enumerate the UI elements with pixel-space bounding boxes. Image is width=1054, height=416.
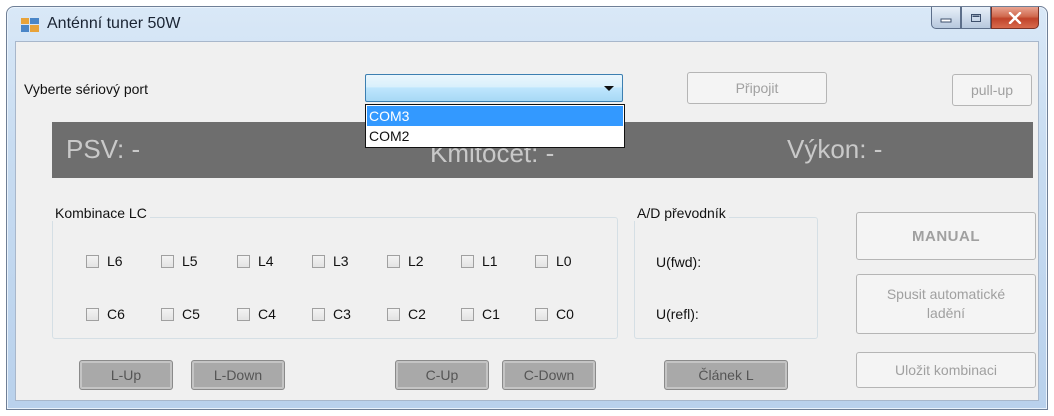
close-button[interactable]	[991, 7, 1039, 29]
checkbox-c4[interactable]: C4	[237, 305, 276, 323]
checkbox-l4[interactable]: L4	[237, 252, 274, 270]
checkbox-label: C4	[258, 306, 276, 322]
client-area: Vyberte sériový port Připojit pull-up PS…	[15, 41, 1039, 401]
power-readout: Výkon: -	[787, 134, 883, 164]
checkbox-box[interactable]	[387, 254, 400, 268]
caption-buttons	[931, 7, 1039, 29]
checkbox-box[interactable]	[161, 307, 174, 321]
save-combination-button[interactable]: Uložit kombinaci	[856, 352, 1036, 388]
c-down-button[interactable]: C-Down	[502, 360, 596, 390]
app-icon	[21, 18, 39, 32]
checkbox-label: L4	[258, 253, 274, 269]
app-window: Anténní tuner 50W Vyberte sériový port P…	[6, 6, 1048, 410]
window-title: Anténní tuner 50W	[47, 15, 181, 32]
checkbox-label: C1	[482, 306, 500, 322]
minimize-icon	[940, 18, 952, 22]
checkbox-box[interactable]	[237, 254, 250, 268]
checkbox-box[interactable]	[535, 254, 548, 268]
checkbox-label: L6	[107, 253, 123, 269]
checkbox-box[interactable]	[86, 307, 99, 321]
pullup-button[interactable]: pull-up	[952, 74, 1032, 106]
checkbox-l5[interactable]: L5	[161, 252, 198, 270]
checkbox-label: L1	[482, 253, 498, 269]
u-refl-label: U(refl):	[656, 306, 699, 322]
checkbox-box[interactable]	[237, 307, 250, 321]
checkbox-c5[interactable]: C5	[161, 305, 200, 323]
dropdown-option-com3[interactable]: COM3	[367, 106, 623, 126]
c-up-button[interactable]: C-Up	[395, 360, 489, 390]
checkbox-box[interactable]	[161, 254, 174, 268]
psv-readout: PSV: -	[66, 134, 141, 164]
manual-button[interactable]: MANUAL	[856, 212, 1036, 260]
checkbox-c0[interactable]: C0	[535, 305, 574, 323]
checkbox-box[interactable]	[312, 254, 325, 268]
checkbox-label: L5	[182, 253, 198, 269]
checkbox-label: L0	[556, 253, 572, 269]
dropdown-option-com2[interactable]: COM2	[367, 126, 623, 146]
checkbox-label: C3	[333, 306, 351, 322]
checkbox-c1[interactable]: C1	[461, 305, 500, 323]
lc-group-title: Kombinace LC	[52, 205, 150, 221]
title-bar[interactable]: Anténní tuner 50W	[7, 7, 1047, 41]
maximize-icon	[971, 13, 981, 22]
clanek-l-button[interactable]: Článek L	[664, 360, 788, 390]
serial-port-dropdown-list: COM3 COM2	[365, 104, 625, 148]
serial-port-label: Vyberte sériový port	[24, 81, 148, 97]
checkbox-box[interactable]	[387, 307, 400, 321]
checkbox-l6[interactable]: L6	[86, 252, 123, 270]
checkbox-c2[interactable]: C2	[387, 305, 426, 323]
l-up-button[interactable]: L-Up	[79, 360, 173, 390]
auto-tune-button[interactable]: Spusit automatické ladění	[856, 274, 1036, 334]
checkbox-l0[interactable]: L0	[535, 252, 572, 270]
connect-button[interactable]: Připojit	[687, 72, 827, 104]
checkbox-label: C2	[408, 306, 426, 322]
checkbox-box[interactable]	[535, 307, 548, 321]
u-fwd-label: U(fwd):	[656, 254, 702, 270]
minimize-button[interactable]	[931, 7, 961, 29]
checkbox-box[interactable]	[461, 254, 474, 268]
checkbox-label: C0	[556, 306, 574, 322]
checkbox-box[interactable]	[312, 307, 325, 321]
checkbox-l3[interactable]: L3	[312, 252, 349, 270]
ad-group-title: A/D převodník	[634, 205, 729, 221]
checkbox-c3[interactable]: C3	[312, 305, 351, 323]
checkbox-l1[interactable]: L1	[461, 252, 498, 270]
checkbox-label: L2	[408, 253, 424, 269]
checkbox-c6[interactable]: C6	[86, 305, 125, 323]
checkbox-l2[interactable]: L2	[387, 252, 424, 270]
checkbox-label: C5	[182, 306, 200, 322]
checkbox-label: L3	[333, 253, 349, 269]
close-icon	[1008, 11, 1022, 24]
serial-port-combobox[interactable]	[365, 74, 623, 102]
checkbox-box[interactable]	[86, 254, 99, 268]
checkbox-box[interactable]	[461, 307, 474, 321]
checkbox-label: C6	[107, 306, 125, 322]
l-down-button[interactable]: L-Down	[191, 360, 285, 390]
chevron-down-icon[interactable]	[604, 86, 614, 91]
maximize-button[interactable]	[961, 7, 991, 29]
